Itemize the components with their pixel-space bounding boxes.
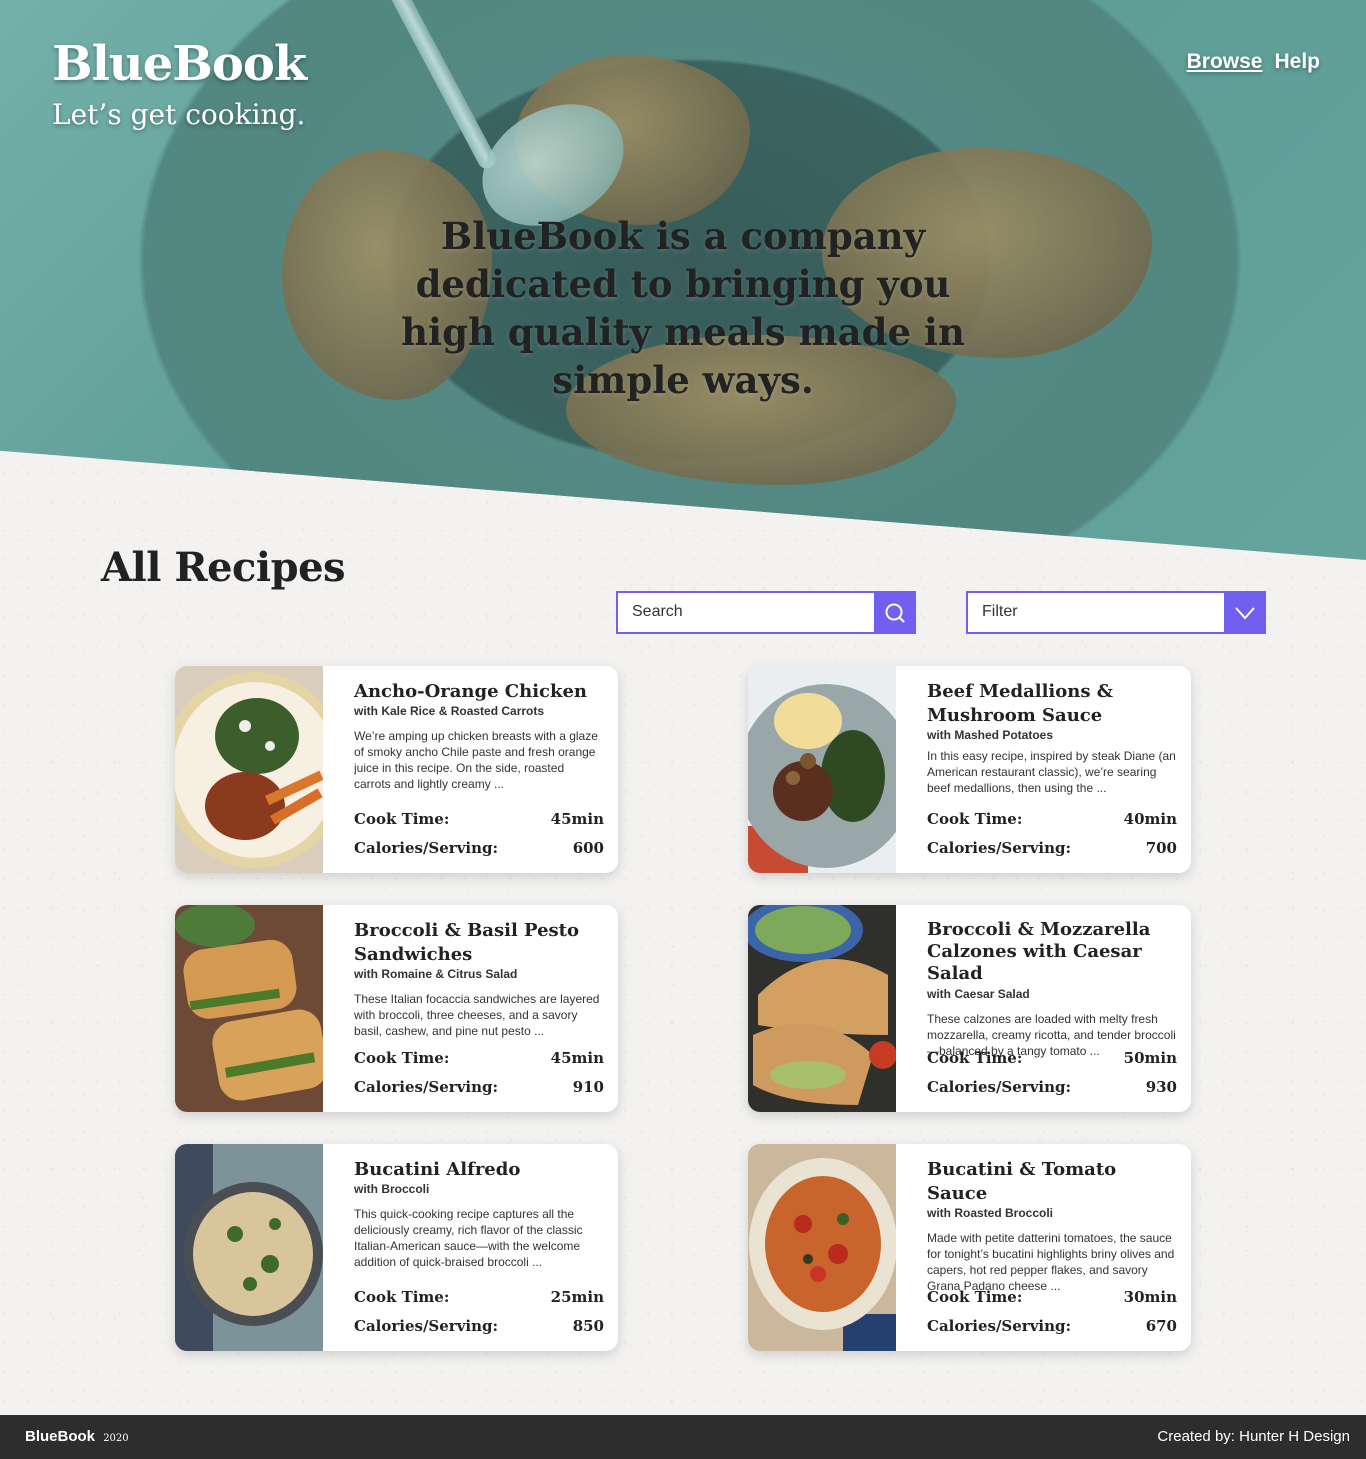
recipe-card[interactable]: Broccoli & Basil Pesto Sandwiches with R… — [175, 905, 618, 1112]
calories-label: Calories/Serving: — [927, 839, 1072, 857]
recipe-description: In this easy recipe, inspired by steak D… — [927, 749, 1176, 795]
recipe-card[interactable]: Broccoli & Mozzarella Calzones with Caes… — [748, 905, 1191, 1112]
cook-time-label: Cook Time: — [354, 1049, 450, 1067]
cook-time-label: Cook Time: — [927, 1288, 1023, 1306]
search-icon — [885, 603, 905, 622]
recipe-photo — [175, 905, 323, 1112]
calories-value: 670 — [1145, 1317, 1177, 1335]
calories-row: Calories/Serving: 670 — [927, 1317, 1177, 1335]
calories-value: 930 — [1145, 1078, 1177, 1096]
cook-time-value: 45min — [550, 810, 604, 828]
filter-toggle-button[interactable] — [1224, 591, 1266, 634]
cook-time-row: Cook Time: 40min — [927, 810, 1177, 828]
recipe-title[interactable]: Bucatini & Tomato Sauce — [927, 1158, 1177, 1206]
calories-label: Calories/Serving: — [927, 1317, 1072, 1335]
calories-label: Calories/Serving: — [927, 1078, 1072, 1096]
recipe-photo — [175, 1144, 323, 1351]
calories-row: Calories/Serving: 850 — [354, 1317, 604, 1335]
footer: BlueBook 2020 Created by: Hunter H Desig… — [0, 1415, 1366, 1459]
calories-label: Calories/Serving: — [354, 1078, 499, 1096]
recipe-title[interactable]: Bucatini Alfredo — [354, 1158, 604, 1182]
nav-browse-link[interactable]: Browse — [1187, 50, 1263, 74]
recipe-subtitle: with Kale Rice & Roasted Carrots — [354, 704, 545, 718]
footer-year: 2020 — [103, 1433, 129, 1444]
recipe-subtitle: with Roasted Broccoli — [927, 1206, 1054, 1220]
top-nav: Browse Help — [1187, 50, 1320, 74]
recipe-photo — [175, 666, 323, 873]
nav-help-link[interactable]: Help — [1274, 50, 1320, 74]
recipe-subtitle: with Mashed Potatoes — [927, 728, 1054, 742]
cook-time-value: 45min — [550, 1049, 604, 1067]
recipe-card[interactable]: Beef Medallions & Mushroom Sauce with Ma… — [748, 666, 1191, 873]
recipe-title[interactable]: Broccoli & Basil Pesto Sandwiches — [354, 919, 604, 967]
cook-time-value: 30min — [1123, 1288, 1177, 1306]
cook-time-row: Cook Time: 30min — [927, 1288, 1177, 1306]
recipe-description: Made with petite datterini tomatoes, the… — [927, 1231, 1175, 1293]
calories-label: Calories/Serving: — [354, 1317, 499, 1335]
cook-time-label: Cook Time: — [354, 1288, 450, 1306]
cook-time-label: Cook Time: — [927, 1049, 1023, 1067]
cook-time-value: 25min — [550, 1288, 604, 1306]
cook-time-row: Cook Time: 50min — [927, 1049, 1177, 1067]
footer-brand: BlueBook 2020 — [25, 1428, 129, 1445]
calories-value: 910 — [572, 1078, 604, 1096]
cook-time-row: Cook Time: 25min — [354, 1288, 604, 1306]
recipe-subtitle: with Caesar Salad — [927, 987, 1030, 1001]
recipe-subtitle: with Broccoli — [354, 1182, 430, 1196]
cook-time-value: 50min — [1123, 1049, 1177, 1067]
recipe-description: We’re amping up chicken breasts with a g… — [354, 729, 598, 791]
calories-value: 600 — [572, 839, 604, 857]
page-title: All Recipes — [101, 544, 346, 591]
cook-time-row: Cook Time: 45min — [354, 1049, 604, 1067]
cook-time-label: Cook Time: — [354, 810, 450, 828]
recipe-card[interactable]: Bucatini Alfredo with Broccoli This quic… — [175, 1144, 618, 1351]
footer-brand-name: BlueBook — [25, 1428, 96, 1445]
footer-credit: Created by: Hunter H Design — [1157, 1428, 1350, 1445]
recipe-card[interactable]: Bucatini & Tomato Sauce with Roasted Bro… — [748, 1144, 1191, 1351]
recipe-title[interactable]: Beef Medallions & Mushroom Sauce — [927, 680, 1177, 728]
brand-tagline: Let’s get cooking. — [52, 98, 306, 131]
recipe-title[interactable]: Broccoli & Mozzarella Calzones with Caes… — [927, 919, 1177, 985]
calories-value: 700 — [1145, 839, 1177, 857]
calories-value: 850 — [572, 1317, 604, 1335]
recipe-photo — [748, 905, 896, 1112]
recipe-photo — [748, 1144, 896, 1351]
recipe-description: These Italian focaccia sandwiches are la… — [354, 992, 600, 1038]
recipe-subtitle: with Romaine & Citrus Salad — [354, 967, 518, 981]
calories-label: Calories/Serving: — [354, 839, 499, 857]
cook-time-label: Cook Time: — [927, 810, 1023, 828]
chevron-down-icon — [1235, 606, 1255, 619]
recipe-title[interactable]: Ancho-Orange Chicken — [354, 680, 604, 704]
calories-row: Calories/Serving: 910 — [354, 1078, 604, 1096]
brand-logo[interactable]: BlueBook — [52, 36, 307, 92]
cook-time-value: 40min — [1123, 810, 1177, 828]
cook-time-row: Cook Time: 45min — [354, 810, 604, 828]
calories-row: Calories/Serving: 700 — [927, 839, 1177, 857]
search-input[interactable]: Search — [618, 593, 874, 632]
filter-select[interactable]: Filter — [968, 593, 1224, 632]
search-box[interactable]: Search — [616, 591, 916, 634]
recipe-photo — [748, 666, 896, 873]
calories-row: Calories/Serving: 600 — [354, 839, 604, 857]
search-button[interactable] — [874, 591, 916, 634]
hero-statement: BlueBook is a company dedicated to bring… — [401, 214, 965, 402]
recipe-card[interactable]: Ancho-Orange Chicken with Kale Rice & Ro… — [175, 666, 618, 873]
calories-row: Calories/Serving: 930 — [927, 1078, 1177, 1096]
recipe-description: This quick-cooking recipe captures all t… — [354, 1207, 583, 1269]
filter-dropdown[interactable]: Filter — [966, 591, 1266, 634]
